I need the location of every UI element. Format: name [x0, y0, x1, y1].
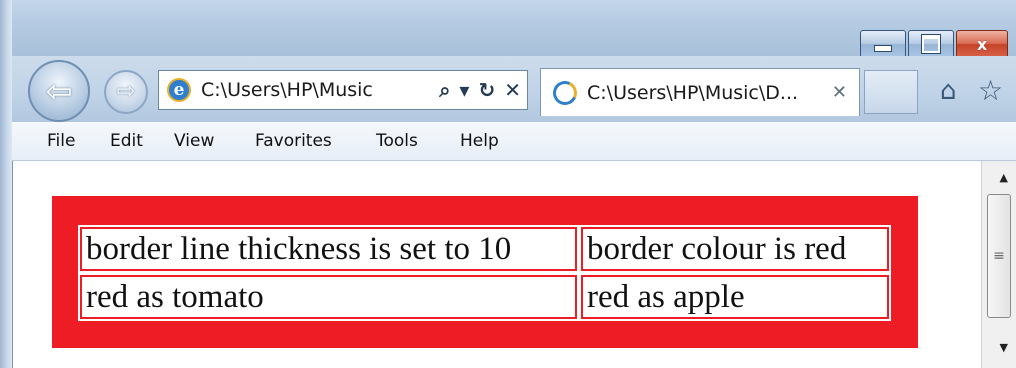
dropdown-icon[interactable]: ▾	[459, 78, 469, 102]
close-button[interactable]: x	[956, 30, 1008, 58]
minimize-icon	[874, 44, 892, 52]
caption-buttons: x	[858, 30, 1008, 58]
home-icon[interactable]: ⌂	[940, 76, 957, 106]
menu-help[interactable]: Help	[460, 131, 499, 151]
table-cell: red as apple	[579, 273, 891, 321]
menu-tools[interactable]: Tools	[376, 131, 418, 151]
forward-button[interactable]: ⇨	[104, 70, 148, 114]
close-icon: x	[976, 34, 988, 54]
menu-file[interactable]: File	[47, 131, 75, 151]
address-tools: ⌕ ▾ ↻ ✕	[430, 78, 521, 102]
maximize-button[interactable]	[908, 30, 954, 58]
grip-icon: ≡	[993, 248, 1005, 264]
ie-page-icon: e	[167, 78, 191, 102]
menu-edit[interactable]: Edit	[110, 131, 143, 151]
menu-view[interactable]: View	[174, 131, 214, 151]
search-icon[interactable]: ⌕	[439, 78, 450, 102]
forward-arrow-icon: ⇨	[116, 79, 136, 104]
table-cell: red as tomato	[78, 273, 579, 321]
scroll-thumb[interactable]: ≡	[987, 194, 1011, 318]
scroll-down-icon[interactable]: ▼	[1000, 341, 1008, 354]
bordered-table: border line thickness is set to 10 borde…	[52, 196, 918, 348]
title-bar[interactable]: x	[12, 0, 1016, 58]
browser-window: x ⇦ ⇨ e C:\Users\HP\Music ⌕ ▾ ↻ ✕ C:\Use…	[0, 0, 1016, 368]
menu-bar	[12, 122, 1016, 161]
menu-favorites[interactable]: Favorites	[255, 131, 332, 151]
back-arrow-icon: ⇦	[45, 72, 73, 110]
tab-close-icon[interactable]: ✕	[832, 82, 847, 103]
browser-tab[interactable]: C:\Users\HP\Music\D... ✕	[540, 68, 860, 116]
tab-title: C:\Users\HP\Music\D...	[587, 81, 799, 104]
back-button[interactable]: ⇦	[28, 60, 90, 122]
address-url[interactable]: C:\Users\HP\Music	[201, 79, 373, 101]
stop-icon[interactable]: ✕	[504, 78, 521, 102]
table-cell: border line thickness is set to 10	[78, 225, 579, 273]
minimize-button[interactable]	[860, 30, 906, 58]
address-bar[interactable]: e C:\Users\HP\Music ⌕ ▾ ↻ ✕	[158, 70, 528, 110]
table-cell: border colour is red	[579, 225, 891, 273]
refresh-icon[interactable]: ↻	[478, 78, 495, 102]
maximize-icon	[921, 34, 941, 54]
ie-tab-icon	[549, 77, 581, 108]
new-tab-button[interactable]	[864, 70, 918, 114]
scroll-up-icon[interactable]: ▲	[1000, 171, 1008, 184]
favorites-star-icon[interactable]: ☆	[978, 74, 1003, 107]
